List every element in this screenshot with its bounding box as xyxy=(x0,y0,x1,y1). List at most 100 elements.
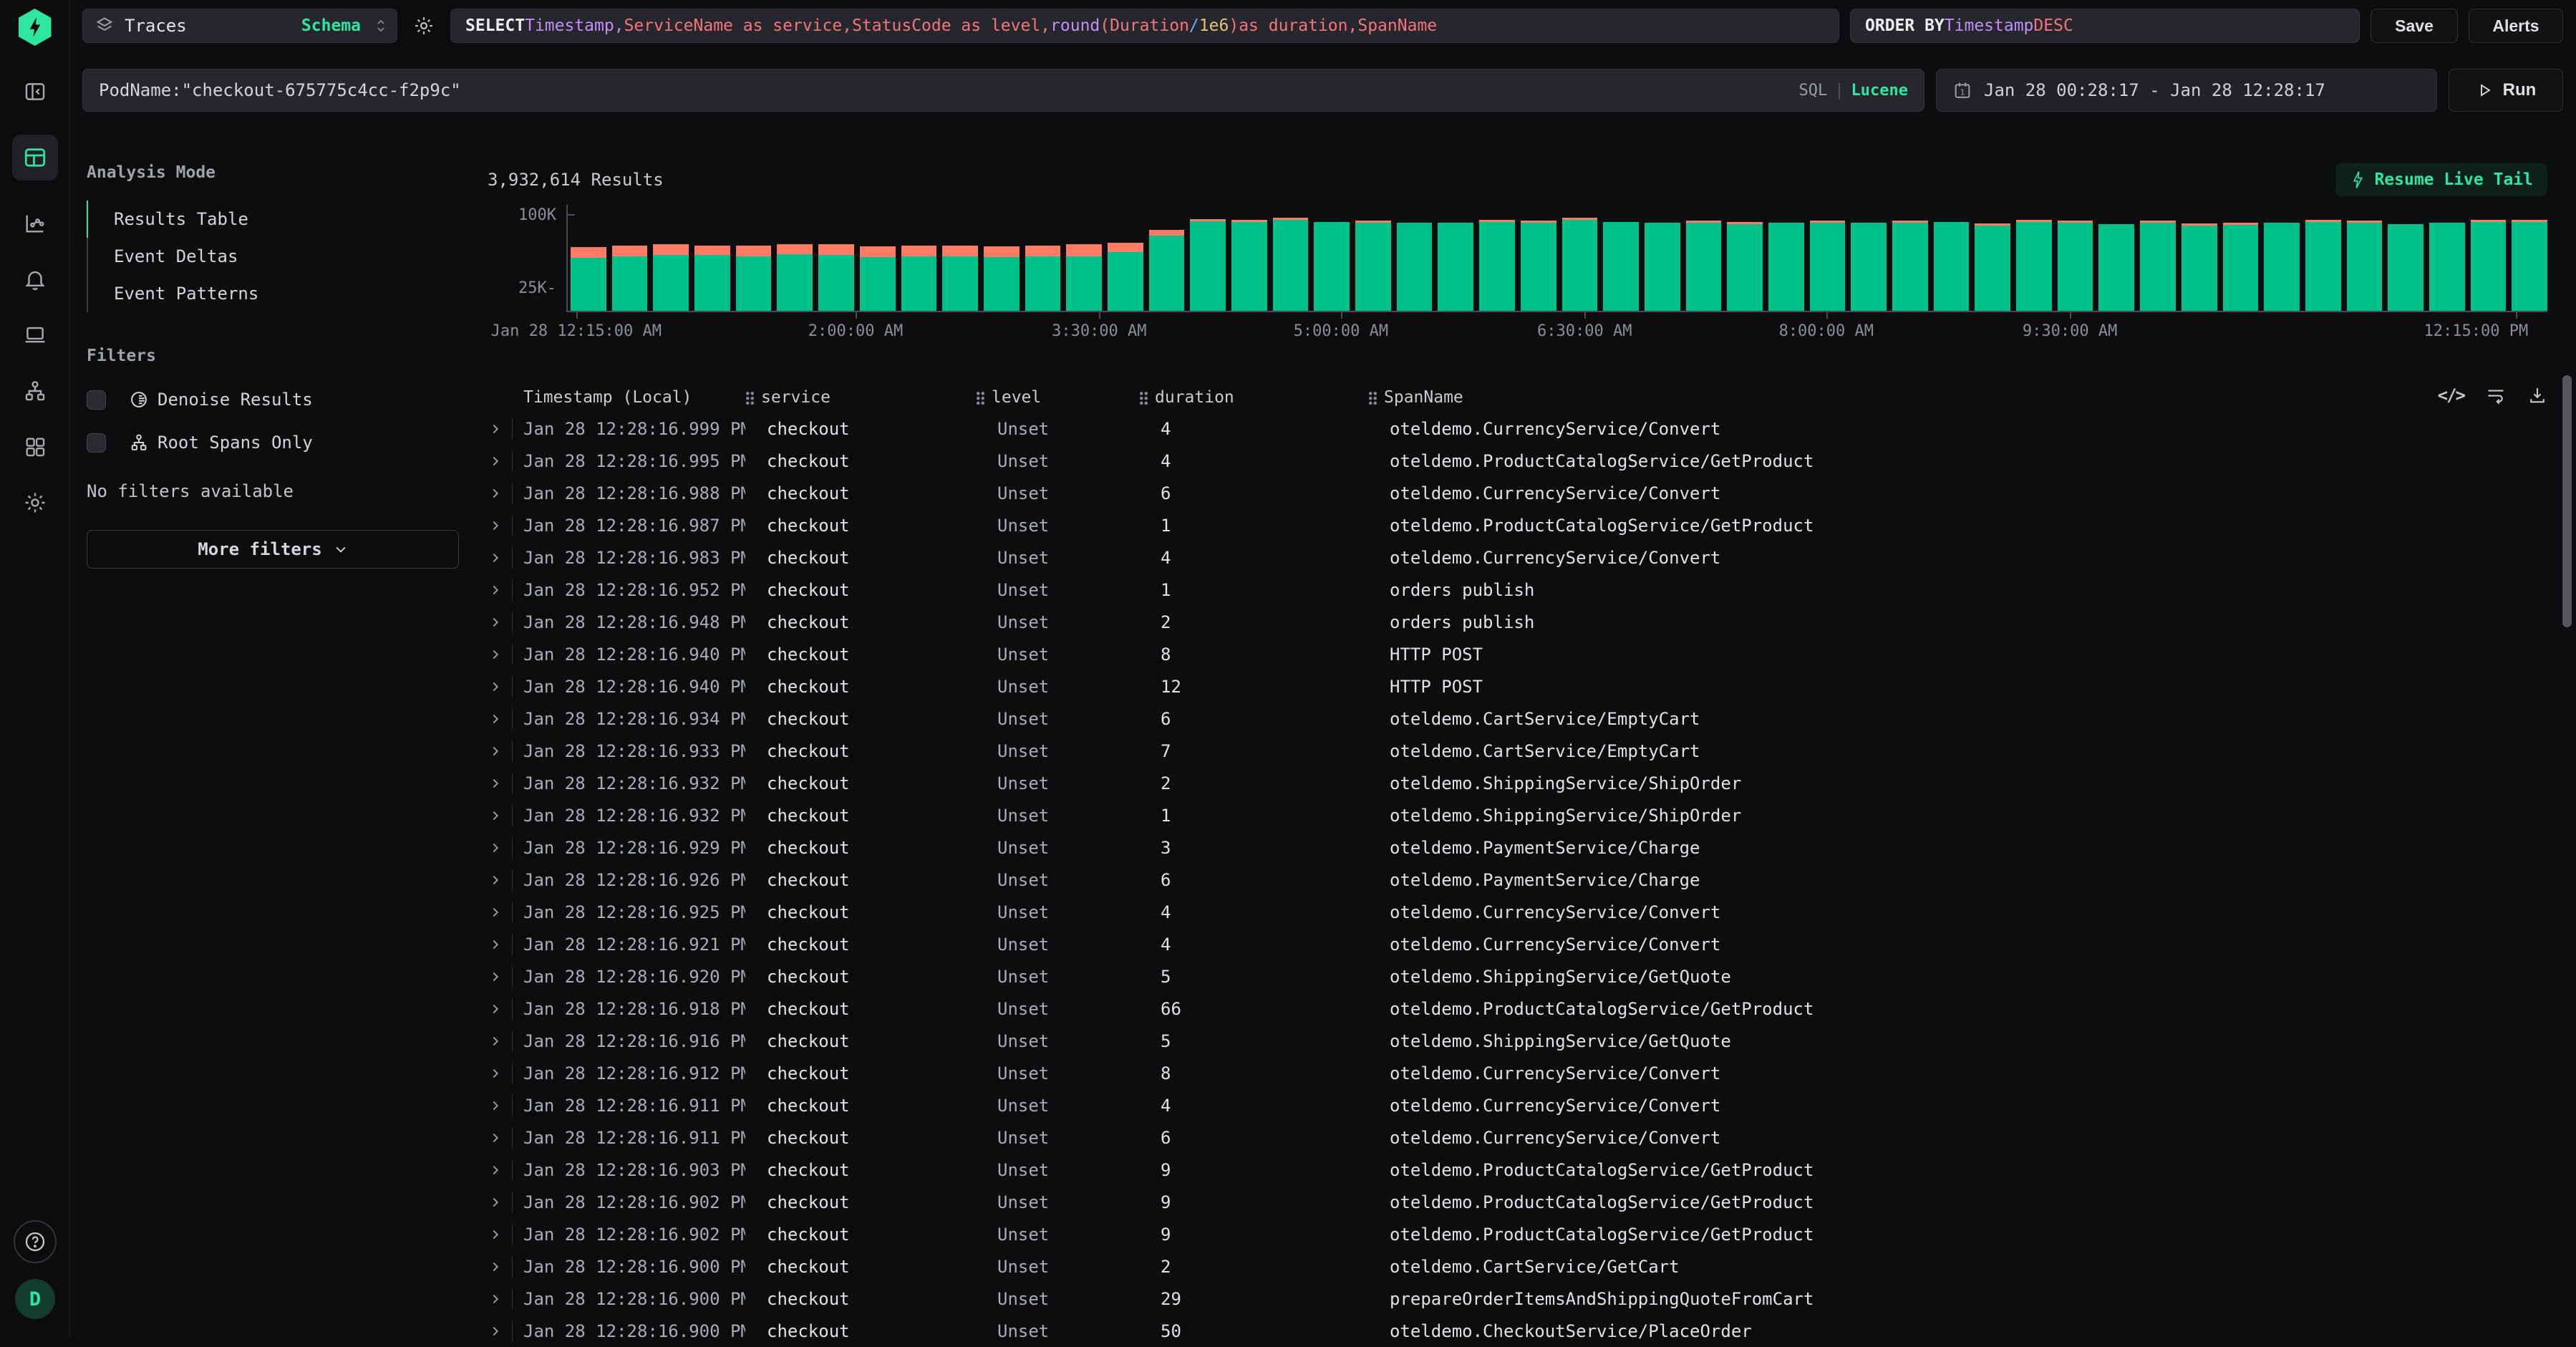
expand-chevron-icon[interactable] xyxy=(488,1227,503,1242)
expand-chevron-icon[interactable] xyxy=(488,1194,503,1210)
table-row[interactable]: Jan 28 12:28:16.900 PMcheckoutUnset50ote… xyxy=(488,1315,2547,1347)
search-input[interactable]: PodName:"checkout-675775c4cc-f2p9c" SQL|… xyxy=(82,69,1924,112)
expand-chevron-icon[interactable] xyxy=(488,421,503,437)
expand-chevron-icon[interactable] xyxy=(488,453,503,469)
settings-gear-icon[interactable] xyxy=(22,490,48,516)
chart-bar[interactable] xyxy=(1562,218,1598,311)
chart-bar[interactable] xyxy=(1934,222,1970,311)
drag-handle-icon[interactable] xyxy=(1139,390,1148,405)
expand-chevron-icon[interactable] xyxy=(488,937,503,952)
chart-bar[interactable] xyxy=(1768,223,1804,311)
chart-bar[interactable] xyxy=(1108,243,1143,311)
table-row[interactable]: Jan 28 12:28:16.995 PMcheckoutUnset4otel… xyxy=(488,445,2547,477)
date-range-picker[interactable]: 1 Jan 28 00:28:17 - Jan 28 12:28:17 xyxy=(1936,69,2437,112)
search-query-text[interactable]: PodName:"checkout-675775c4cc-f2p9c" xyxy=(99,80,1789,100)
expand-chevron-icon[interactable] xyxy=(488,1291,503,1307)
expand-chevron-icon[interactable] xyxy=(488,614,503,630)
drag-handle-icon[interactable] xyxy=(976,390,985,405)
save-button[interactable]: Save xyxy=(2371,9,2458,43)
table-row[interactable]: Jan 28 12:28:16.900 PMcheckoutUnset29pre… xyxy=(488,1283,2547,1315)
chart-bar[interactable] xyxy=(1231,220,1267,311)
chart-bar[interactable] xyxy=(736,246,772,311)
chart-bar[interactable] xyxy=(2140,221,2176,311)
chart-bar[interactable] xyxy=(1149,230,1185,311)
table-row[interactable]: Jan 28 12:28:16.902 PMcheckoutUnset9otel… xyxy=(488,1218,2547,1250)
expand-chevron-icon[interactable] xyxy=(488,776,503,791)
expand-chevron-icon[interactable] xyxy=(488,743,503,759)
expand-chevron-icon[interactable] xyxy=(488,582,503,598)
chart-bar[interactable] xyxy=(2182,223,2217,311)
run-button[interactable]: Run xyxy=(2449,69,2563,112)
table-row[interactable]: Jan 28 12:28:16.929 PMcheckoutUnset3otel… xyxy=(488,831,2547,864)
table-row[interactable]: Jan 28 12:28:16.902 PMcheckoutUnset9otel… xyxy=(488,1186,2547,1218)
expand-chevron-icon[interactable] xyxy=(488,1033,503,1049)
more-filters-button[interactable]: More filters xyxy=(87,530,459,569)
filter-label[interactable]: Root Spans Only xyxy=(158,433,313,453)
chart-bar[interactable] xyxy=(818,244,854,311)
expand-chevron-icon[interactable] xyxy=(488,647,503,662)
table-row[interactable]: Jan 28 12:28:16.934 PMcheckoutUnset6otel… xyxy=(488,703,2547,735)
client-sessions-icon[interactable] xyxy=(22,322,48,348)
chart-bar[interactable] xyxy=(1892,221,1928,311)
table-row[interactable]: Jan 28 12:28:16.916 PMcheckoutUnset5otel… xyxy=(488,1025,2547,1057)
lucene-toggle[interactable]: Lucene xyxy=(1851,82,1908,100)
wrap-lines-icon[interactable] xyxy=(2486,385,2506,405)
expand-chevron-icon[interactable] xyxy=(488,808,503,824)
sql-toggle[interactable]: SQL xyxy=(1799,82,1828,100)
chart-bar[interactable] xyxy=(1686,221,1722,311)
column-header-service[interactable]: service xyxy=(745,388,976,407)
select-query-input[interactable]: SELECT Timestamp, ServiceName as service… xyxy=(450,9,1839,43)
checkbox[interactable] xyxy=(87,390,106,410)
orderby-input[interactable]: ORDER BY Timestamp DESC xyxy=(1850,9,2360,43)
chart-plot-area[interactable] xyxy=(566,205,2547,312)
expand-chevron-icon[interactable] xyxy=(488,1259,503,1275)
chart-bar[interactable] xyxy=(860,246,896,311)
table-row[interactable]: Jan 28 12:28:16.921 PMcheckoutUnset4otel… xyxy=(488,928,2547,960)
expand-chevron-icon[interactable] xyxy=(488,1130,503,1146)
nav-search-active[interactable] xyxy=(12,135,58,180)
chart-bar[interactable] xyxy=(1645,223,1680,311)
expand-chevron-icon[interactable] xyxy=(488,711,503,727)
chart-bar[interactable] xyxy=(1190,219,1226,311)
source-selector[interactable]: Traces Schema xyxy=(82,9,397,43)
table-row[interactable]: Jan 28 12:28:16.918 PMcheckoutUnset66ote… xyxy=(488,993,2547,1025)
expand-chevron-icon[interactable] xyxy=(488,679,503,695)
chart-bar[interactable] xyxy=(1603,222,1639,311)
resume-live-tail-button[interactable]: Resume Live Tail xyxy=(2335,163,2547,196)
table-row[interactable]: Jan 28 12:28:16.987 PMcheckoutUnset1otel… xyxy=(488,509,2547,541)
chart-bar[interactable] xyxy=(2347,221,2383,311)
column-header-timestamp-local-[interactable]: Timestamp (Local) xyxy=(523,388,745,407)
alerts-bell-icon[interactable] xyxy=(22,266,48,292)
expand-chevron-icon[interactable] xyxy=(488,872,503,888)
chart-bar[interactable] xyxy=(2098,224,2134,311)
chart-bar[interactable] xyxy=(2429,223,2465,311)
user-avatar[interactable]: D xyxy=(15,1279,55,1319)
table-row[interactable]: Jan 28 12:28:16.948 PMcheckoutUnset2orde… xyxy=(488,606,2547,638)
table-row[interactable]: Jan 28 12:28:16.912 PMcheckoutUnset8otel… xyxy=(488,1057,2547,1089)
table-row[interactable]: Jan 28 12:28:16.983 PMcheckoutUnset4otel… xyxy=(488,541,2547,574)
table-row[interactable]: Jan 28 12:28:16.920 PMcheckoutUnset5otel… xyxy=(488,960,2547,993)
analysis-mode-event-patterns[interactable]: Event Patterns xyxy=(88,275,459,312)
dashboards-icon[interactable] xyxy=(22,434,48,460)
column-header-duration[interactable]: duration xyxy=(1139,388,1368,407)
chart-bar[interactable] xyxy=(777,244,813,311)
table-row[interactable]: Jan 28 12:28:16.932 PMcheckoutUnset2otel… xyxy=(488,767,2547,799)
expand-chevron-icon[interactable] xyxy=(488,840,503,856)
chart-bar[interactable] xyxy=(2471,220,2507,311)
filter-label[interactable]: Denoise Results xyxy=(158,390,313,410)
chart-bar[interactable] xyxy=(984,246,1020,311)
expand-chevron-icon[interactable] xyxy=(488,1001,503,1017)
table-row[interactable]: Jan 28 12:28:16.926 PMcheckoutUnset6otel… xyxy=(488,864,2547,896)
app-logo[interactable] xyxy=(19,9,52,46)
chart-bar[interactable] xyxy=(1975,223,2010,311)
expand-chevron-icon[interactable] xyxy=(488,486,503,501)
language-toggle[interactable]: SQL|Lucene xyxy=(1799,82,1908,100)
table-row[interactable]: Jan 28 12:28:16.911 PMcheckoutUnset4otel… xyxy=(488,1089,2547,1121)
expand-chevron-icon[interactable] xyxy=(488,1162,503,1178)
chart-bar[interactable] xyxy=(571,247,606,311)
chart-bar[interactable] xyxy=(1025,246,1061,311)
chart-bar[interactable] xyxy=(653,244,689,311)
chart-bar[interactable] xyxy=(2058,221,2093,311)
expand-chevron-icon[interactable] xyxy=(488,1098,503,1114)
chart-bar[interactable] xyxy=(1479,220,1515,311)
